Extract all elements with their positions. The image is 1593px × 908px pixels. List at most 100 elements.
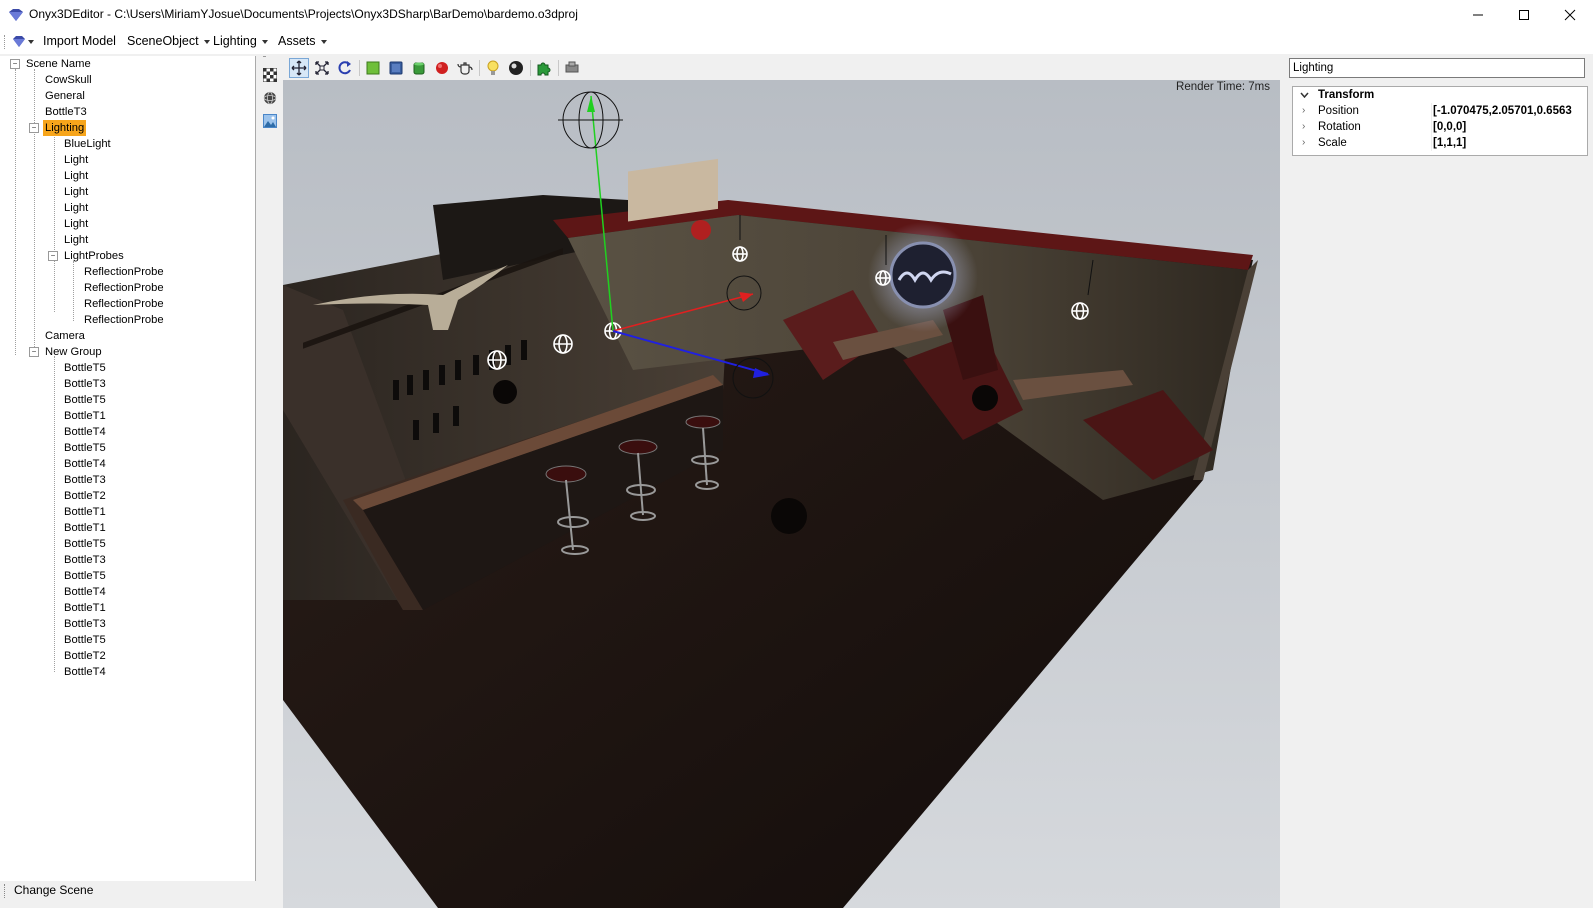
tree-item[interactable]: BottleT1 bbox=[64, 520, 106, 536]
property-row[interactable]: › Position [-1.070475,2.05701,0.6563 bbox=[1293, 103, 1587, 119]
property-value[interactable]: [-1.070475,2.05701,0.6563 bbox=[1433, 103, 1583, 119]
tree-item[interactable]: BottleT5 bbox=[64, 632, 106, 648]
chevron-right-icon[interactable]: › bbox=[1302, 119, 1305, 135]
tree-item[interactable]: BottleT5 bbox=[64, 536, 106, 552]
toolbar-grip bbox=[263, 56, 265, 63]
add-cylinder-button[interactable] bbox=[409, 58, 429, 78]
tree-item-new-group[interactable]: New Group bbox=[45, 344, 102, 360]
tree-item[interactable]: BottleT3 bbox=[64, 616, 106, 632]
scene-tree[interactable]: − Scene Name CowSkull General BottleT3 −… bbox=[0, 56, 256, 881]
background-image-icon[interactable] bbox=[263, 114, 277, 128]
menu-assets[interactable]: Assets bbox=[278, 34, 327, 48]
menu-sceneobject[interactable]: SceneObject bbox=[127, 34, 210, 48]
tree-item[interactable]: BottleT4 bbox=[64, 584, 106, 600]
transform-section-header[interactable]: Transform bbox=[1293, 87, 1587, 103]
tree-item[interactable]: BottleT5 bbox=[64, 360, 106, 376]
tree-item[interactable]: ReflectionProbe bbox=[84, 312, 164, 328]
tree-item[interactable]: BottleT1 bbox=[64, 408, 106, 424]
rotate-tool-button[interactable] bbox=[335, 58, 355, 78]
collapse-toggle[interactable]: − bbox=[29, 347, 39, 357]
tree-item[interactable]: BottleT3 bbox=[64, 472, 106, 488]
add-reflection-probe-button[interactable] bbox=[506, 58, 526, 78]
tree-item[interactable]: BottleT1 bbox=[64, 504, 106, 520]
chevron-right-icon[interactable]: › bbox=[1302, 103, 1305, 119]
toolbar-separator bbox=[479, 60, 480, 76]
maximize-icon[interactable] bbox=[1501, 0, 1547, 30]
move-icon bbox=[291, 60, 307, 76]
add-cube-button[interactable] bbox=[386, 58, 406, 78]
add-component-button[interactable] bbox=[534, 58, 554, 78]
tree-item-lightprobes[interactable]: LightProbes bbox=[64, 248, 124, 264]
collapse-toggle[interactable]: − bbox=[48, 251, 58, 261]
tree-line bbox=[15, 69, 16, 355]
change-scene-button[interactable]: Change Scene bbox=[14, 883, 93, 897]
move-tool-button[interactable] bbox=[289, 58, 309, 78]
tree-item[interactable]: ReflectionProbe bbox=[84, 280, 164, 296]
chevron-down-icon bbox=[320, 39, 327, 44]
viewport-toolbar bbox=[263, 56, 1280, 80]
add-sphere-button[interactable] bbox=[432, 58, 452, 78]
tree-item[interactable]: BottleT4 bbox=[64, 424, 106, 440]
tree-item[interactable]: Light bbox=[64, 232, 88, 248]
menu-lighting[interactable]: Lighting bbox=[213, 34, 268, 48]
tree-item[interactable]: BottleT4 bbox=[64, 456, 106, 472]
minimize-icon[interactable] bbox=[1455, 0, 1501, 30]
tree-item[interactable]: ReflectionProbe bbox=[84, 264, 164, 280]
plane-icon bbox=[366, 61, 380, 75]
tree-item-lighting-selected[interactable]: Lighting bbox=[43, 120, 87, 136]
cylinder-icon bbox=[413, 62, 425, 75]
scale-tool-button[interactable] bbox=[312, 58, 332, 78]
tree-item[interactable]: ReflectionProbe bbox=[84, 296, 164, 312]
tree-item[interactable]: BottleT5 bbox=[64, 568, 106, 584]
tree-item[interactable]: Light bbox=[64, 184, 88, 200]
tree-item[interactable]: Light bbox=[64, 216, 88, 232]
render-time-label: Render Time: 7ms bbox=[1176, 81, 1270, 93]
tree-item[interactable]: Light bbox=[64, 168, 88, 184]
tree-item[interactable]: BlueLight bbox=[64, 136, 111, 152]
add-light-button[interactable] bbox=[483, 58, 503, 78]
toolbar-separator bbox=[530, 60, 531, 76]
chevron-right-icon[interactable]: › bbox=[1302, 135, 1305, 151]
tree-line bbox=[54, 356, 55, 672]
tree-line bbox=[73, 261, 74, 321]
tree-item[interactable]: CowSkull bbox=[45, 72, 92, 88]
scene-viewport[interactable]: Render Time: 7ms bbox=[283, 80, 1280, 908]
wireframe-sphere-icon[interactable] bbox=[263, 91, 277, 105]
render-settings-button[interactable] bbox=[562, 58, 582, 78]
tree-item[interactable]: Light bbox=[64, 152, 88, 168]
reflection-probe-icon bbox=[509, 61, 523, 75]
tree-item-camera[interactable]: Camera bbox=[45, 328, 85, 344]
property-value[interactable]: [1,1,1] bbox=[1433, 135, 1583, 151]
tree-item-scene-root[interactable]: Scene Name bbox=[26, 56, 91, 72]
tree-line bbox=[54, 135, 55, 312]
menu-import-model[interactable]: Import Model bbox=[43, 34, 116, 48]
tree-item[interactable]: BottleT3 bbox=[64, 552, 106, 568]
close-icon[interactable] bbox=[1547, 0, 1593, 30]
property-value[interactable]: [0,0,0] bbox=[1433, 119, 1583, 135]
property-row[interactable]: › Scale [1,1,1] bbox=[1293, 135, 1587, 151]
chevron-down-icon bbox=[203, 39, 210, 44]
tree-item[interactable]: BottleT2 bbox=[64, 488, 106, 504]
collapse-toggle[interactable]: − bbox=[10, 59, 20, 69]
tree-item[interactable]: Light bbox=[64, 200, 88, 216]
property-name: Position bbox=[1318, 105, 1359, 117]
tree-item[interactable]: BottleT4 bbox=[64, 664, 106, 680]
tree-item[interactable]: BottleT5 bbox=[64, 440, 106, 456]
tree-item[interactable]: BottleT1 bbox=[64, 600, 106, 616]
onyx-menu-icon bbox=[13, 36, 34, 47]
tree-item[interactable]: BottleT3 bbox=[64, 376, 106, 392]
chevron-down-icon bbox=[1300, 92, 1309, 98]
property-row[interactable]: › Rotation [0,0,0] bbox=[1293, 119, 1587, 135]
grid-toggle-icon[interactable] bbox=[263, 68, 277, 82]
tree-item[interactable]: General bbox=[45, 88, 85, 104]
collapse-toggle[interactable]: − bbox=[29, 123, 39, 133]
add-plane-button[interactable] bbox=[363, 58, 383, 78]
app-menu-button[interactable] bbox=[12, 36, 34, 51]
tree-item[interactable]: BottleT5 bbox=[64, 392, 106, 408]
tree-item[interactable]: BottleT3 bbox=[45, 104, 87, 120]
object-name-field[interactable] bbox=[1289, 58, 1585, 78]
tree-item[interactable]: BottleT2 bbox=[64, 648, 106, 664]
rotate-icon bbox=[338, 61, 351, 75]
add-teapot-button[interactable] bbox=[455, 58, 475, 78]
toolbar-grip bbox=[4, 884, 7, 898]
